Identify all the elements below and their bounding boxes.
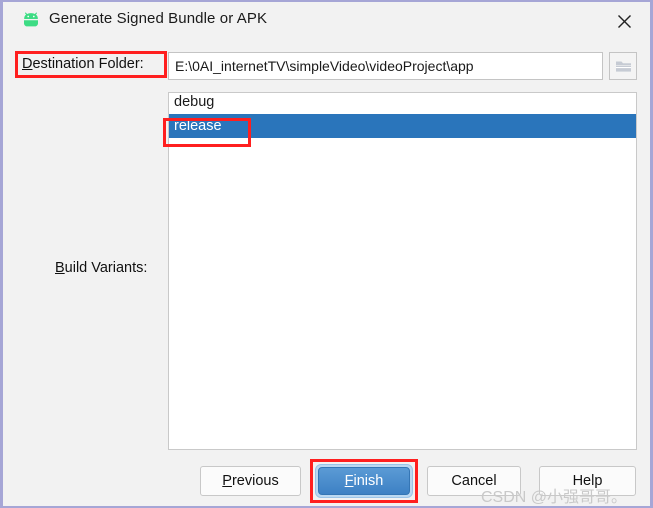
build-variants-label-text: uild Variants:: [64, 260, 148, 276]
cancel-button[interactable]: Cancel: [427, 466, 521, 496]
finish-button[interactable]: Finish: [318, 467, 410, 495]
generate-signed-bundle-dialog: Generate Signed Bundle or APK Destinatio…: [0, 0, 653, 508]
list-item[interactable]: debug: [169, 93, 636, 114]
dialog-title-bar: Generate Signed Bundle or APK: [3, 2, 650, 38]
build-variants-label: Build Variants:: [55, 260, 147, 276]
destination-folder-label: Destination Folder:: [22, 56, 144, 72]
help-button[interactable]: Help: [539, 466, 636, 496]
destination-folder-mnemonic: D: [22, 56, 33, 72]
build-variants-mnemonic: B: [55, 260, 65, 276]
previous-button-label: revious: [231, 473, 279, 489]
destination-folder-input[interactable]: E:\0AI_internetTV\simpleVideo\videoProje…: [168, 52, 603, 80]
folder-icon[interactable]: [609, 52, 637, 80]
previous-button[interactable]: Previous: [200, 466, 301, 496]
destination-folder-label-text: estination Folder:: [32, 56, 144, 72]
list-item[interactable]: release: [169, 114, 636, 138]
finish-button-mnemonic: F: [344, 473, 354, 489]
finish-button-label: inish: [353, 473, 384, 489]
android-icon: [21, 12, 41, 28]
previous-button-mnemonic: P: [222, 473, 232, 489]
close-icon[interactable]: [610, 8, 638, 34]
build-variants-list[interactable]: debug release: [168, 92, 637, 450]
dialog-title: Generate Signed Bundle or APK: [49, 10, 268, 27]
